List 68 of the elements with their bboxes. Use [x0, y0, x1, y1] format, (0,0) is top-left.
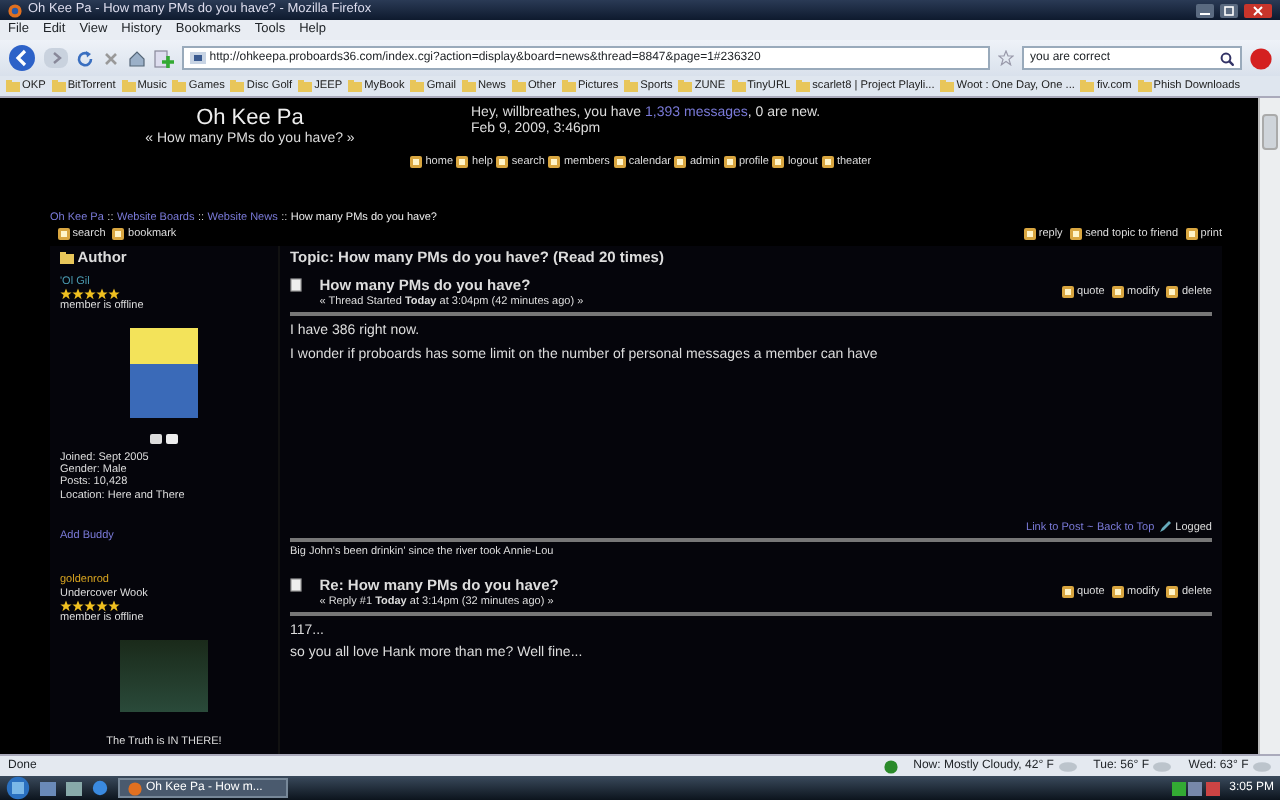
cloud-icon [1252, 759, 1272, 772]
folder-icon [1080, 79, 1095, 92]
site-icon [190, 52, 206, 64]
cloud-icon [1152, 759, 1173, 772]
star-icon[interactable] [998, 50, 1014, 66]
tile-icon [723, 155, 736, 168]
folder-icon [561, 79, 576, 92]
tile-icon [1166, 585, 1179, 598]
folder-icon [298, 79, 313, 92]
add-page-icon[interactable] [154, 49, 174, 67]
round-logo-icon[interactable] [1250, 47, 1272, 69]
folder-icon [796, 79, 811, 92]
tile-icon [1111, 285, 1124, 298]
tile-icon [1061, 285, 1074, 298]
search-icon[interactable] [1220, 51, 1234, 65]
tile-icon [548, 155, 561, 168]
folder-icon [511, 79, 526, 92]
folder-icon [940, 79, 955, 92]
reload-icon[interactable] [76, 49, 94, 67]
tile-icon [57, 228, 69, 241]
tile-icon [1166, 285, 1179, 298]
tile-icon [1069, 228, 1082, 241]
forward-icon[interactable] [44, 48, 68, 68]
vertical-scrollbar[interactable] [1258, 98, 1280, 754]
tile-icon [112, 228, 125, 241]
folder-icon [678, 79, 693, 92]
folder-icon [461, 79, 476, 92]
close-icon[interactable] [1244, 3, 1272, 17]
desktop-icon[interactable] [40, 781, 56, 795]
site-title: Oh Kee Pa [194, 106, 306, 131]
browser-logo-icon [128, 781, 142, 795]
tile-icon [674, 155, 687, 168]
maximize-icon[interactable] [1220, 3, 1238, 17]
minimize-icon[interactable] [1196, 3, 1214, 17]
folder-icon [731, 79, 746, 92]
tile-icon [1023, 228, 1036, 241]
browser-logo-icon [8, 3, 22, 17]
avatar-image [120, 640, 208, 713]
folder-icon [51, 79, 66, 92]
back-icon[interactable] [8, 44, 36, 72]
tile-icon [772, 155, 785, 168]
tile-icon [1185, 228, 1198, 241]
page-icon [290, 578, 302, 593]
folder-icon [348, 79, 363, 92]
window-switch-icon[interactable] [66, 781, 82, 795]
folder-icon [172, 79, 187, 92]
folder-icon [121, 79, 136, 92]
weather-dot-icon [883, 759, 898, 773]
page-icon [290, 278, 302, 293]
tile-icon [496, 155, 509, 168]
folder-icon [1137, 79, 1152, 92]
cloud-icon [1057, 759, 1078, 772]
browser-icon[interactable] [92, 780, 108, 796]
folder-icon [624, 79, 639, 92]
tile-icon [456, 155, 469, 168]
tile-icon [821, 155, 834, 168]
folder-icon [230, 79, 245, 92]
tile-icon [1111, 585, 1124, 598]
folder-icon [410, 79, 425, 92]
folder-icon [60, 252, 74, 265]
home-icon[interactable] [128, 49, 146, 67]
avatar-image [130, 328, 198, 419]
tile-icon [613, 155, 626, 168]
start-orb-icon[interactable] [6, 776, 30, 800]
tray-icon [1171, 781, 1220, 795]
tile-icon [410, 155, 422, 168]
tile-icon [1061, 585, 1074, 598]
folder-icon [6, 79, 20, 92]
